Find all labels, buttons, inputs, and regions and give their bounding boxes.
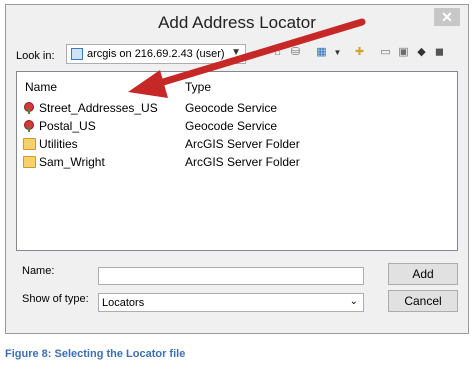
look-in-dropdown[interactable]: arcgis on 216.69.2.43 (user) ▼ — [66, 44, 246, 64]
view-dropdown-icon[interactable]: ▼ — [330, 45, 345, 60]
folder-icon — [23, 156, 36, 168]
up-folder-icon[interactable]: ▲ — [252, 45, 267, 60]
folder-icon — [23, 138, 36, 150]
server-icon — [71, 48, 83, 60]
new-folder-icon[interactable]: ✚ — [352, 45, 367, 60]
title-bar: Add Address Locator ✕ — [6, 5, 468, 37]
add-address-locator-dialog: Add Address Locator ✕ Look in: arcgis on… — [5, 4, 469, 334]
view-list-icon[interactable]: ▦ — [314, 45, 329, 60]
list-item[interactable]: Street_Addresses_US Geocode Service — [17, 100, 457, 118]
item-name: Sam_Wright — [39, 155, 105, 169]
file-list[interactable]: Name Type Street_Addresses_US Geocode Se… — [16, 71, 458, 251]
item-type: ArcGIS Server Folder — [185, 155, 300, 169]
cancel-button[interactable]: Cancel — [388, 290, 458, 312]
show-of-type-label: Show of type: — [22, 293, 89, 305]
item-type: ArcGIS Server Folder — [185, 137, 300, 151]
item-type: Geocode Service — [185, 101, 278, 115]
name-input[interactable] — [98, 267, 364, 285]
connect-folder-icon[interactable]: ⛁ — [288, 45, 303, 60]
locator-icon — [23, 102, 36, 114]
look-in-label: Look in: — [16, 50, 55, 62]
item-type: Geocode Service — [185, 119, 278, 133]
item-name: Street_Addresses_US — [39, 101, 158, 115]
locator-icon — [23, 120, 36, 132]
show-of-type-dropdown[interactable]: Locators ⌄ — [98, 293, 364, 312]
item-name: Utilities — [39, 137, 78, 151]
name-label: Name: — [22, 265, 55, 277]
column-header-name[interactable]: Name — [25, 80, 57, 94]
list-item[interactable]: Utilities ArcGIS Server Folder — [17, 136, 457, 154]
add-button[interactable]: Add — [388, 263, 458, 285]
list-item[interactable]: Sam_Wright ArcGIS Server Folder — [17, 154, 457, 172]
home-icon[interactable]: ⌂ — [270, 45, 285, 60]
column-header-type[interactable]: Type — [185, 80, 211, 94]
show-of-type-value: Locators — [102, 297, 145, 309]
delete-icon[interactable]: ▣ — [396, 45, 411, 60]
catalog-icon[interactable]: ▭ — [378, 45, 393, 60]
list-item[interactable]: Postal_US Geocode Service — [17, 118, 457, 136]
chevron-down-icon: ⌄ — [349, 296, 358, 307]
figure-caption: Figure 8: Selecting the Locator file — [5, 348, 186, 360]
chevron-down-icon: ▼ — [231, 47, 241, 58]
cube-icon[interactable]: ◼ — [432, 45, 447, 60]
dialog-title: Add Address Locator — [158, 13, 316, 32]
close-button[interactable]: ✕ — [434, 8, 460, 26]
item-name: Postal_US — [39, 119, 96, 133]
geoprocessing-icon[interactable]: ◆ — [414, 45, 429, 60]
look-in-value: arcgis on 216.69.2.43 (user) — [87, 48, 225, 60]
